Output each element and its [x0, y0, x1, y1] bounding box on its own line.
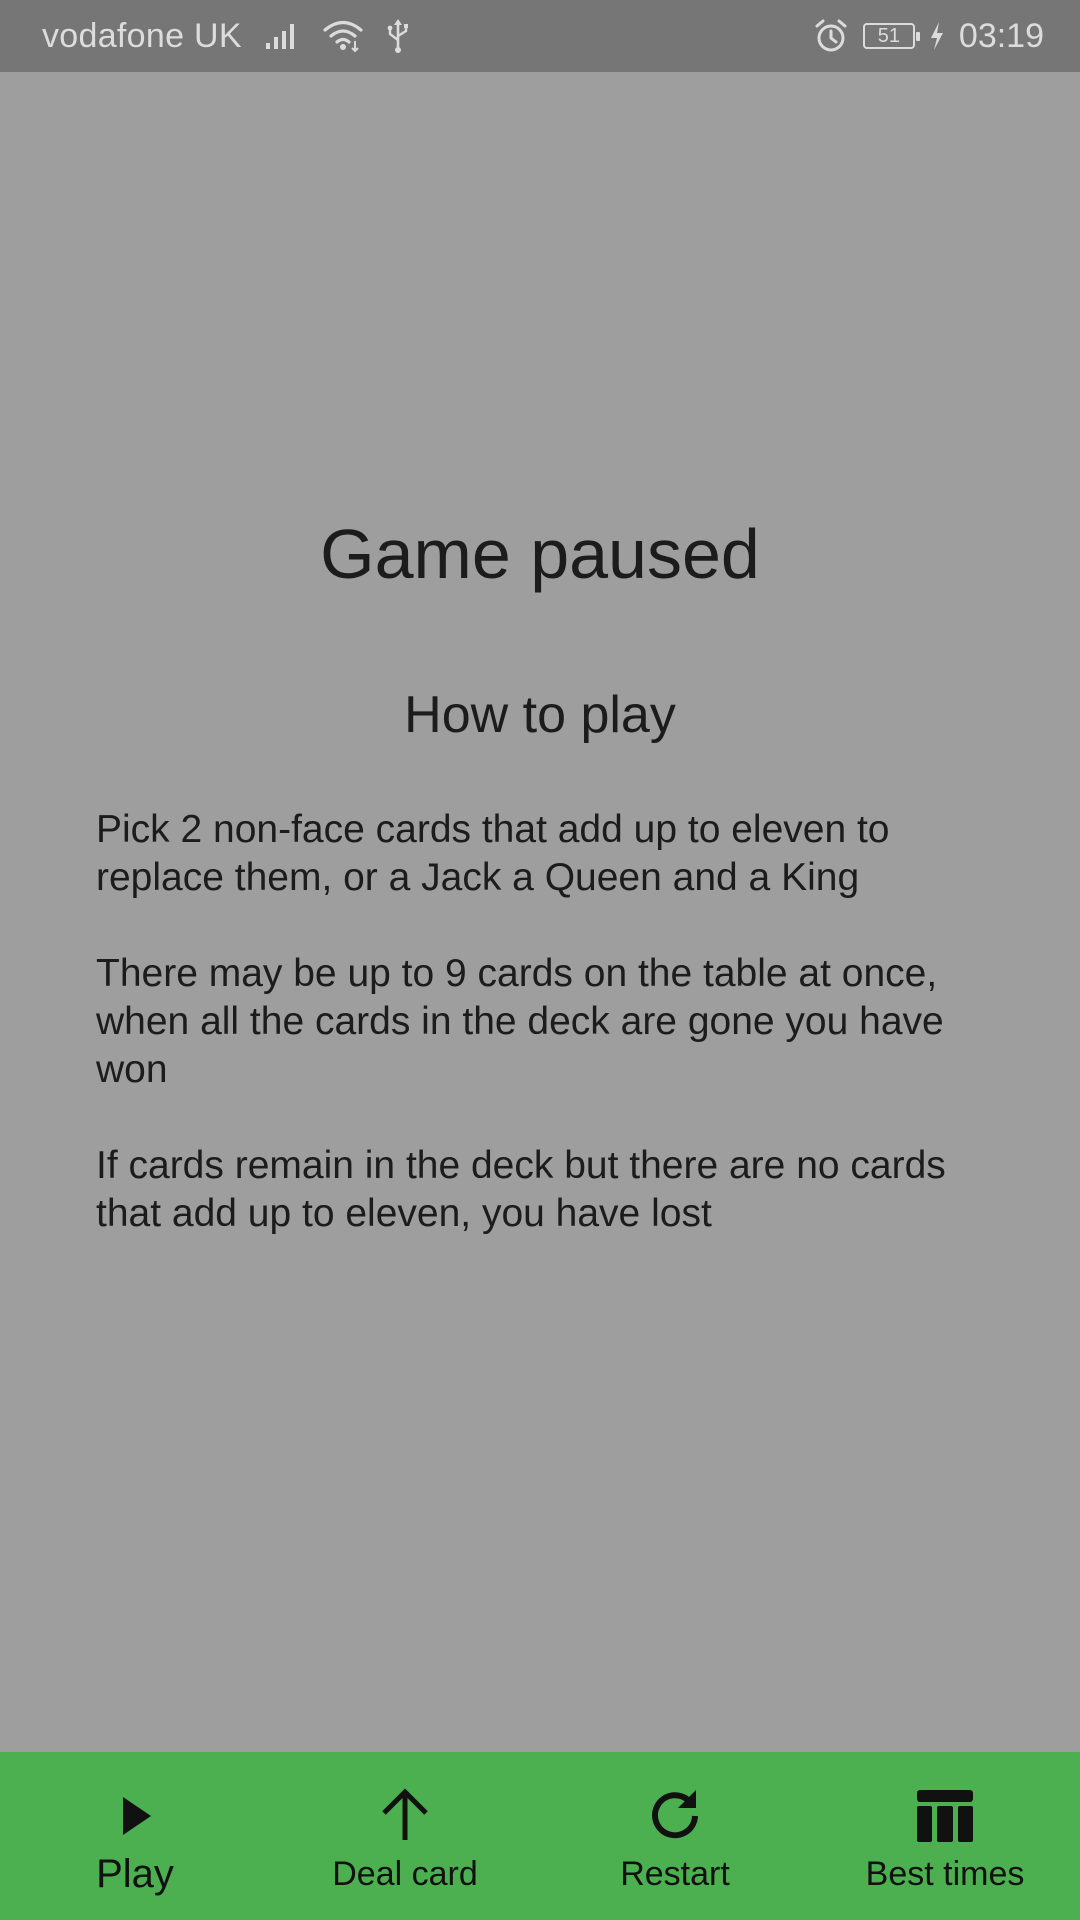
- signal-icon: [264, 21, 300, 51]
- carrier-name: vodafone UK: [42, 16, 242, 55]
- table-icon: [917, 1790, 973, 1842]
- wifi-icon: [322, 19, 364, 53]
- instruction-paragraph: Pick 2 non-face cards that add up to ele…: [96, 808, 890, 899]
- bottom-nav: Play Deal card Restart Best times: [0, 1752, 1080, 1920]
- arrow-up-icon: [382, 1788, 428, 1840]
- instruction-paragraph: If cards remain in the deck but there ar…: [96, 1144, 946, 1235]
- clock: 03:19: [958, 16, 1044, 55]
- section-heading: How to play: [404, 686, 676, 744]
- charging-icon: [929, 21, 945, 51]
- alarm-icon: [813, 18, 849, 54]
- page-title: Game paused: [320, 515, 760, 593]
- status-right: 51 03:19: [813, 0, 1044, 72]
- status-bar: vodafone UK 51 03:19: [0, 0, 1080, 72]
- restart-icon: [652, 1790, 698, 1839]
- instruction-paragraph: There may be up to 9 cards on the table …: [96, 952, 944, 1091]
- best-times-button[interactable]: Best times: [810, 1752, 1080, 1920]
- deal-card-label: Deal card: [332, 1855, 478, 1893]
- play-label: Play: [96, 1852, 174, 1896]
- usb-icon: [386, 18, 410, 54]
- pause-overlay: Game paused How to play Pick 2 non-face …: [0, 72, 1080, 1752]
- play-button[interactable]: Play: [0, 1752, 270, 1920]
- status-left: vodafone UK: [42, 0, 410, 72]
- battery-icon: 51: [862, 23, 920, 49]
- deal-card-button[interactable]: Deal card: [270, 1752, 540, 1920]
- best-times-label: Best times: [865, 1855, 1025, 1893]
- battery-level: 51: [877, 24, 901, 47]
- instructions: Pick 2 non-face cards that add up to ele…: [96, 806, 996, 1286]
- play-icon: [123, 1797, 151, 1835]
- restart-label: Restart: [620, 1855, 730, 1893]
- restart-button[interactable]: Restart: [540, 1752, 810, 1920]
